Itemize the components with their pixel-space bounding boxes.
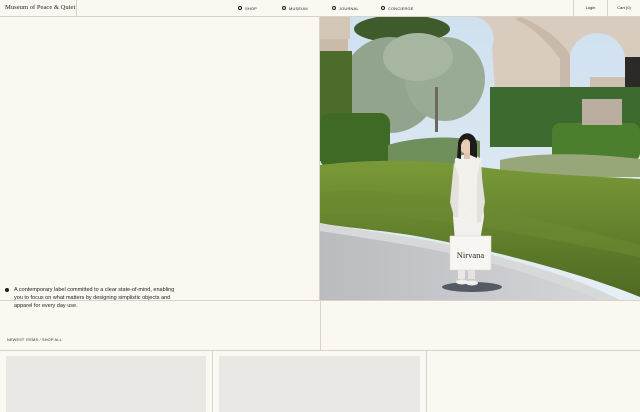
- nav-item-concierge[interactable]: CONCIERGE: [381, 0, 414, 16]
- product-image-placeholder: [219, 356, 420, 412]
- login-link[interactable]: Login: [573, 0, 607, 16]
- product-card[interactable]: [213, 351, 427, 412]
- nav-concierge-label: CONCIERGE: [388, 5, 414, 11]
- nav-item-museum[interactable]: MUSEUM: [282, 0, 308, 16]
- nav-item-shop[interactable]: SHOP: [238, 0, 257, 16]
- nav-journal-label: JOURNAL: [339, 5, 359, 11]
- circle-bullet-icon: [381, 6, 385, 10]
- section-header-band: NEWEST ITEMS / SHOP ALL: [0, 300, 640, 351]
- hero-photo: Nirvana: [320, 17, 640, 300]
- filled-bullet-icon: [5, 288, 9, 292]
- newest-items-link[interactable]: NEWEST ITEMS / SHOP ALL: [7, 338, 62, 342]
- band-right-panel: [320, 301, 640, 350]
- product-image-placeholder: [6, 356, 206, 412]
- cart-link[interactable]: Cart (0): [607, 0, 640, 16]
- nav-museum-label: MUSEUM: [289, 5, 308, 11]
- tote-logo: Nirvana: [457, 250, 485, 260]
- product-grid: [0, 351, 640, 412]
- hero-text-panel: A contemporary label committed to a clea…: [0, 17, 320, 309]
- product-card[interactable]: [0, 351, 213, 412]
- nav-item-journal[interactable]: JOURNAL: [332, 0, 359, 16]
- product-card-empty: [427, 351, 640, 412]
- circle-bullet-icon: [332, 6, 336, 10]
- top-navigation-bar: Museum of Peace & Quiet SHOP MUSEUM JOUR…: [0, 0, 640, 17]
- circle-bullet-icon: [282, 6, 286, 10]
- nav-shop-label: SHOP: [245, 5, 257, 11]
- brand-logo[interactable]: Museum of Peace & Quiet: [0, 0, 77, 16]
- hero-photo-woman-with-tote: Nirvana: [320, 17, 640, 300]
- circle-bullet-icon: [238, 6, 242, 10]
